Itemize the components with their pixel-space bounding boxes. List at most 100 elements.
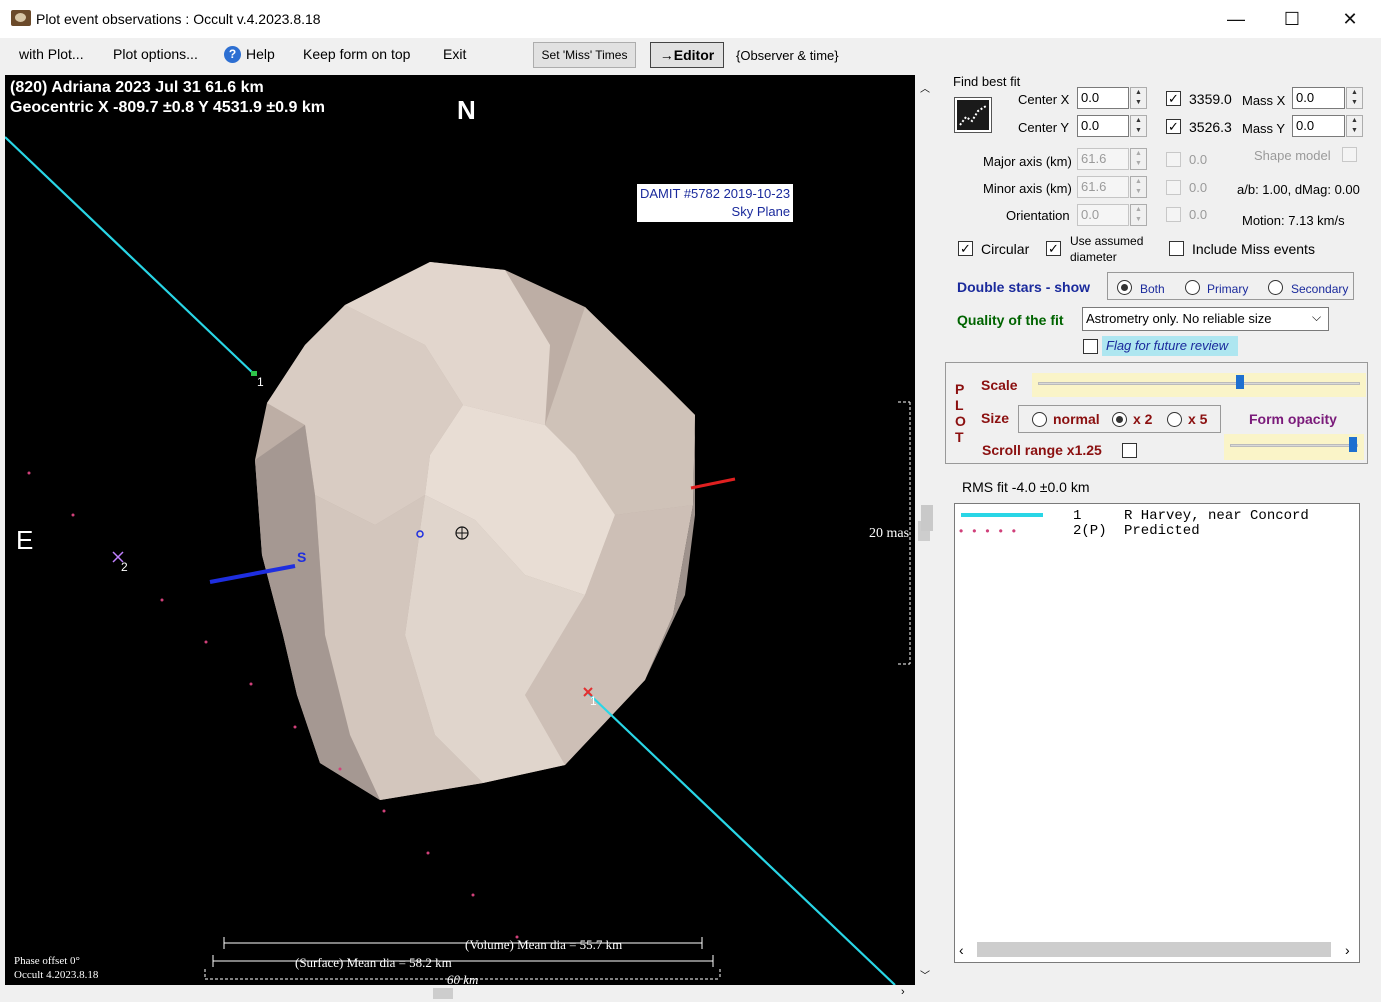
include-miss-checkbox[interactable] bbox=[1169, 241, 1184, 256]
legend-scroll-right-icon[interactable]: › bbox=[1345, 942, 1350, 958]
value-3359: 3359.0 bbox=[1189, 91, 1232, 107]
orientation-label: Orientation bbox=[1006, 208, 1070, 223]
plot-letter-t: T bbox=[955, 429, 964, 445]
editor-button[interactable]: →Editor bbox=[650, 42, 724, 68]
size-label: Size bbox=[981, 410, 1010, 426]
orientation-input[interactable]: 0.0 bbox=[1077, 204, 1129, 226]
radio-secondary-label: Secondary bbox=[1291, 282, 1349, 296]
major-axis-input[interactable]: 61.6 bbox=[1077, 148, 1129, 170]
quality-select-value: Astrometry only. No reliable size bbox=[1086, 311, 1272, 326]
scale-slider-thumb[interactable] bbox=[1236, 375, 1244, 389]
form-opacity-slider[interactable] bbox=[1224, 434, 1364, 460]
legend-scroll-left-icon[interactable]: ‹ bbox=[959, 942, 964, 958]
scroll-right-icon[interactable]: › bbox=[901, 986, 905, 998]
menu-with-plot[interactable]: with Plot... bbox=[19, 46, 84, 62]
include-miss-label: Include Miss events bbox=[1192, 241, 1315, 257]
asteroid-shape bbox=[255, 262, 695, 800]
minor-axis-input[interactable]: 61.6 bbox=[1077, 176, 1129, 198]
menu-help[interactable]: Help bbox=[246, 46, 275, 62]
center-x-input[interactable]: 0.0 bbox=[1077, 87, 1129, 109]
pole-label: S bbox=[297, 549, 307, 565]
damit-model-label: DAMIT #5782 2019-10-23 Sky Plane bbox=[637, 184, 794, 222]
north-pole-axis bbox=[690, 477, 736, 490]
chk-3359[interactable]: ✓ bbox=[1166, 91, 1181, 106]
center-y-spinner[interactable]: ▲ ▼ bbox=[1130, 115, 1147, 137]
version-label: Occult 4.2023.8.18 bbox=[14, 969, 99, 981]
radio-size-normal[interactable] bbox=[1032, 412, 1047, 427]
major-axis-check[interactable] bbox=[1166, 152, 1181, 167]
shape-model-label: Shape model bbox=[1254, 148, 1331, 163]
legend-number-1: 1 bbox=[1073, 508, 1082, 524]
opacity-slider-thumb[interactable] bbox=[1349, 437, 1357, 452]
flag-review-label: Flag for future review bbox=[1106, 338, 1229, 353]
legend-name-2: Predicted bbox=[1124, 523, 1200, 539]
shape-model-check[interactable] bbox=[1342, 147, 1357, 162]
chord-1-bottom-label: 1 bbox=[590, 694, 597, 708]
legend-horizontal-scrollbar[interactable]: ‹ › bbox=[955, 938, 1359, 962]
diameter-label: diameter bbox=[1070, 250, 1117, 264]
observer-legend-list[interactable]: 1 R Harvey, near Concord ••••• 2(P) Pred… bbox=[954, 503, 1360, 963]
surface-diameter-label: (Surface) Mean dia = 58.2 km bbox=[295, 955, 452, 970]
menu-plot-options[interactable]: Plot options... bbox=[113, 46, 198, 62]
flag-review-checkbox[interactable] bbox=[1083, 339, 1098, 354]
chord-2-label: 2 bbox=[121, 560, 128, 574]
circular-checkbox[interactable]: ✓ bbox=[958, 241, 973, 256]
minor-axis-check[interactable] bbox=[1166, 180, 1181, 195]
minor-axis-check-value: 0.0 bbox=[1189, 180, 1208, 195]
legend-dots-2: ••••• bbox=[959, 524, 1026, 538]
set-miss-times-button[interactable]: Set 'Miss' Times bbox=[533, 42, 636, 68]
close-button[interactable]: ✕ bbox=[1321, 0, 1379, 38]
mass-y-input[interactable]: 0.0 bbox=[1292, 115, 1345, 137]
plot-canvas[interactable]: (820) Adriana 2023 Jul 31 61.6 km Geocen… bbox=[5, 75, 915, 985]
scroll-range-checkbox[interactable] bbox=[1122, 443, 1137, 458]
legend-splitter[interactable] bbox=[921, 505, 933, 531]
radio-size-x2[interactable] bbox=[1112, 412, 1127, 427]
find-best-fit-button[interactable] bbox=[954, 97, 992, 133]
legend-scroll-thumb[interactable] bbox=[977, 942, 1331, 957]
center-x-spinner[interactable]: ▲ ▼ bbox=[1130, 87, 1147, 109]
menu-keep-on-top[interactable]: Keep form on top bbox=[303, 46, 410, 62]
scale-slider[interactable] bbox=[1032, 373, 1366, 397]
chevron-down-icon: ⌵ bbox=[1312, 310, 1322, 324]
plot-letter-o: O bbox=[955, 413, 966, 429]
north-label: N bbox=[457, 95, 476, 125]
minimize-button[interactable]: — bbox=[1207, 0, 1265, 38]
mass-x-input[interactable]: 0.0 bbox=[1292, 87, 1345, 109]
menu-bar: with Plot... Plot options... ? Help Keep… bbox=[0, 38, 1381, 74]
horizontal-scroll-thumb[interactable] bbox=[433, 988, 453, 999]
double-stars-label: Double stars - show bbox=[957, 279, 1091, 295]
phase-offset-label: Phase offset 0° bbox=[14, 955, 80, 967]
radio-primary[interactable] bbox=[1185, 280, 1200, 295]
center-y-input[interactable]: 0.0 bbox=[1077, 115, 1129, 137]
quality-select[interactable]: Astrometry only. No reliable size ⌵ bbox=[1082, 307, 1329, 331]
mass-y-label: Mass Y bbox=[1242, 121, 1286, 136]
scroll-up-icon[interactable]: ︿ bbox=[920, 80, 930, 95]
size-normal-label: normal bbox=[1053, 411, 1100, 427]
mass-x-spinner[interactable]: ▲ ▼ bbox=[1346, 87, 1363, 109]
use-assumed-diameter-checkbox[interactable]: ✓ bbox=[1046, 241, 1061, 256]
maximize-button[interactable]: ☐ bbox=[1263, 0, 1321, 38]
menu-exit[interactable]: Exit bbox=[443, 46, 466, 62]
km-scale-label: 60 km bbox=[447, 972, 479, 985]
size-x2-label: x 2 bbox=[1133, 411, 1153, 427]
use-assumed-label: Use assumed bbox=[1070, 234, 1144, 248]
plot-horizontal-scrollbar[interactable]: › bbox=[5, 985, 915, 1002]
chk-3526[interactable]: ✓ bbox=[1166, 119, 1181, 134]
radio-both[interactable] bbox=[1117, 280, 1132, 295]
scroll-down-icon[interactable]: ﹀ bbox=[920, 967, 930, 982]
title-bar: Plot event observations : Occult v.4.202… bbox=[0, 0, 1381, 38]
plot-letter-l: L bbox=[955, 397, 964, 413]
orientation-spinner[interactable]: ▲ ▼ bbox=[1130, 204, 1147, 226]
flag-review-highlight: Flag for future review bbox=[1102, 336, 1238, 356]
damit-sky-plane: Sky Plane bbox=[731, 204, 791, 219]
minor-axis-spinner[interactable]: ▲ ▼ bbox=[1130, 176, 1147, 198]
orientation-check[interactable] bbox=[1166, 207, 1181, 222]
window-title: Plot event observations : Occult v.4.202… bbox=[36, 11, 321, 27]
radio-size-x5[interactable] bbox=[1167, 412, 1182, 427]
radio-secondary[interactable] bbox=[1268, 280, 1283, 295]
major-axis-spinner[interactable]: ▲ ▼ bbox=[1130, 148, 1147, 170]
east-label: E bbox=[16, 525, 34, 555]
mass-y-spinner[interactable]: ▲ ▼ bbox=[1346, 115, 1363, 137]
chord-1-top bbox=[5, 136, 255, 375]
chord-1-top-label: 1 bbox=[257, 375, 264, 389]
